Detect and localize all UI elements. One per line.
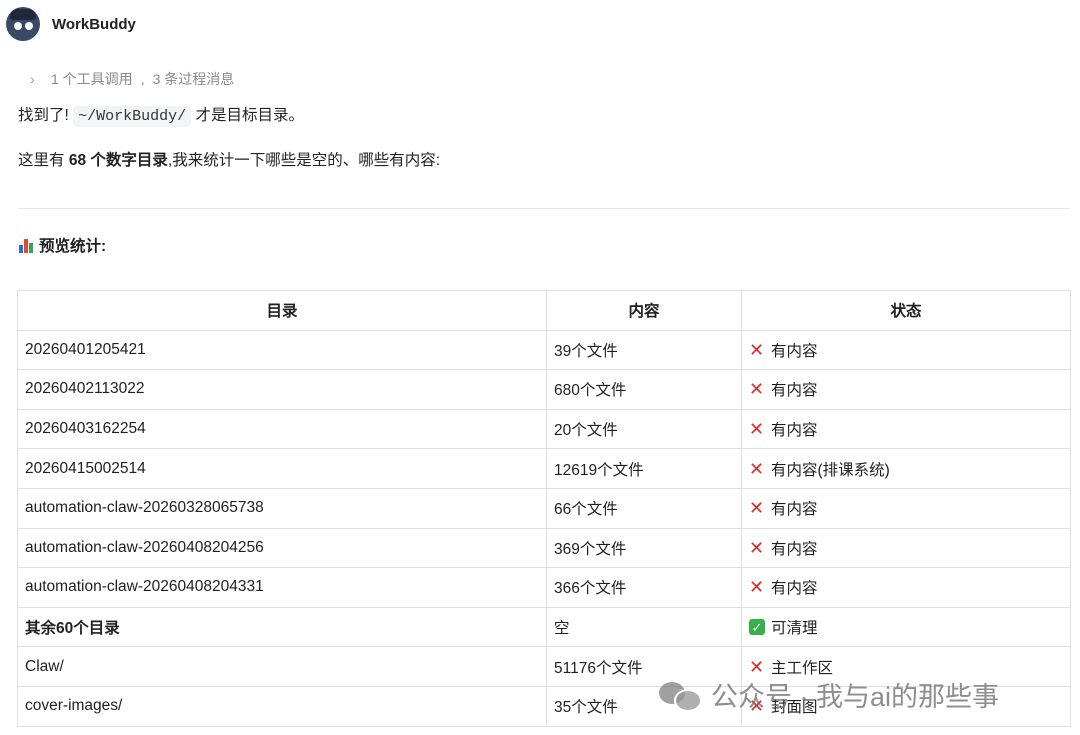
- directory-stats-table: 目录 内容 状态 20260401205421 39个文件 ✕ 有内容 20260402…: [17, 290, 1071, 727]
- column-header-directory: 目录: [17, 290, 547, 331]
- message-text: 才是目标目录。: [195, 107, 304, 124]
- message-text: 这里有: [18, 152, 65, 169]
- cell-directory: cover-images/: [17, 685, 547, 727]
- message-text: ,我来统计一下哪些是空的、哪些有内容:: [167, 152, 441, 169]
- table-row: automation-claw-20260408204256 369个文件 ✕ 有内容: [17, 527, 1071, 569]
- cross-icon: ✕: [749, 379, 765, 400]
- robot-avatar-icon: [6, 7, 40, 41]
- message-line-2: 这里有 68 个数字目录,我来统计一下哪些是空的、哪些有内容:: [18, 148, 440, 170]
- directory-name: automation-claw-20260408204256: [25, 538, 264, 556]
- cell-directory: automation-claw-20260408204256: [17, 527, 547, 569]
- app-name: WorkBuddy: [52, 15, 136, 33]
- directory-name: 20260402113022: [25, 380, 145, 398]
- directory-name: cover-images/: [25, 697, 123, 715]
- status-text: 有内容: [771, 540, 818, 558]
- cell-directory: 20260415002514: [17, 448, 547, 489]
- cell-content: 20个文件: [546, 408, 742, 450]
- directory-name: 其余60个目录: [25, 620, 120, 638]
- cell-status: ✕ 有内容(排课系统): [741, 448, 1071, 489]
- table-row: 20260401205421 39个文件 ✕ 有内容: [17, 329, 1071, 371]
- directory-name: 20260403162254: [25, 420, 146, 438]
- cell-directory: 其余60个目录: [17, 606, 547, 648]
- cell-status: ✕ 有内容: [741, 487, 1071, 529]
- cell-content: 366个文件: [546, 567, 742, 608]
- status-text: 有内容(排课系统): [771, 461, 890, 479]
- status-text: 有内容: [771, 382, 818, 400]
- cell-directory: 20260401205421: [17, 329, 547, 371]
- cell-content: 12619个文件: [546, 448, 742, 489]
- cell-content: 39个文件: [546, 329, 742, 371]
- cell-directory: 20260403162254: [17, 408, 547, 450]
- cross-icon: ✕: [749, 656, 765, 677]
- section-heading: 预览统计:: [18, 234, 106, 256]
- status-text: 有内容: [771, 422, 818, 440]
- directory-name: 20260401205421: [25, 340, 146, 358]
- cell-status: ✕ 有内容: [741, 527, 1071, 569]
- table-row: 其余60个目录 空 ✓ 可清理: [17, 606, 1071, 648]
- status-text: 有内容: [771, 342, 818, 360]
- summary-separator: ,: [140, 71, 145, 87]
- cross-icon: ✕: [749, 537, 765, 558]
- bar-chart-icon: [18, 237, 34, 253]
- cross-icon: ✕: [749, 339, 765, 360]
- table-row: 20260402113022 680个文件 ✕ 有内容: [17, 369, 1071, 410]
- table-header-row: 目录 内容 状态: [17, 290, 1071, 331]
- cross-icon: ✕: [749, 577, 765, 598]
- section-title: 预览统计:: [39, 238, 107, 255]
- cell-directory: automation-claw-20260328065738: [17, 487, 547, 529]
- cell-status: ✕ 有内容: [741, 567, 1071, 608]
- directory-name: Claw/: [25, 657, 64, 675]
- cell-status: ✕ 有内容: [741, 329, 1071, 371]
- cross-icon: ✕: [749, 419, 765, 440]
- cross-icon: ✕: [749, 458, 765, 479]
- watermark-text: 公众号 · 我与ai的那些事: [711, 682, 1000, 712]
- watermark: 公众号 · 我与ai的那些事: [659, 675, 999, 714]
- directory-name: automation-claw-20260408204331: [25, 578, 264, 596]
- process-messages-count: 3 条过程消息: [152, 71, 235, 87]
- message-bold-text: 68 个数字目录: [68, 152, 168, 169]
- tool-summary-toggle[interactable]: › 1 个工具调用 , 3 条过程消息: [30, 69, 234, 89]
- status-text: 有内容: [771, 580, 818, 598]
- table-row: 20260403162254 20个文件 ✕ 有内容: [17, 408, 1071, 450]
- column-header-content: 内容: [546, 290, 742, 331]
- cell-content: 66个文件: [546, 487, 742, 529]
- chevron-right-icon: ›: [30, 71, 35, 87]
- table-row: automation-claw-20260408204331 366个文件 ✕ 有内容: [17, 567, 1071, 608]
- column-header-status: 状态: [741, 290, 1071, 331]
- cell-content: 空: [546, 606, 742, 648]
- directory-name: 20260415002514: [25, 459, 146, 477]
- check-icon: ✓: [749, 619, 765, 636]
- message-text: 找到了!: [18, 107, 69, 124]
- message-header: WorkBuddy: [6, 6, 136, 42]
- wechat-icon: [659, 680, 702, 712]
- cell-status: ✕ 有内容: [741, 408, 1071, 450]
- cell-content: 369个文件: [546, 527, 742, 569]
- cross-icon: ✕: [749, 498, 765, 519]
- status-text: 有内容: [771, 501, 818, 519]
- horizontal-divider: [18, 208, 1070, 209]
- tool-calls-count: 1 个工具调用: [51, 71, 133, 87]
- cell-content: 680个文件: [546, 369, 742, 410]
- cell-directory: 20260402113022: [17, 369, 547, 410]
- status-text: 可清理: [771, 620, 818, 638]
- cell-directory: automation-claw-20260408204331: [17, 567, 547, 608]
- message-line-1: 找到了! ~/WorkBuddy/ 才是目标目录。: [18, 103, 304, 127]
- table-row: 20260415002514 12619个文件 ✕ 有内容(排课系统): [17, 448, 1071, 489]
- cell-directory: Claw/: [17, 646, 547, 687]
- directory-name: automation-claw-20260328065738: [25, 499, 264, 517]
- cell-status: ✕ 有内容: [741, 369, 1071, 410]
- table-row: automation-claw-20260328065738 66个文件 ✕ 有内容: [17, 487, 1071, 529]
- inline-code: ~/WorkBuddy/: [73, 106, 192, 127]
- cell-status: ✓ 可清理: [741, 606, 1071, 648]
